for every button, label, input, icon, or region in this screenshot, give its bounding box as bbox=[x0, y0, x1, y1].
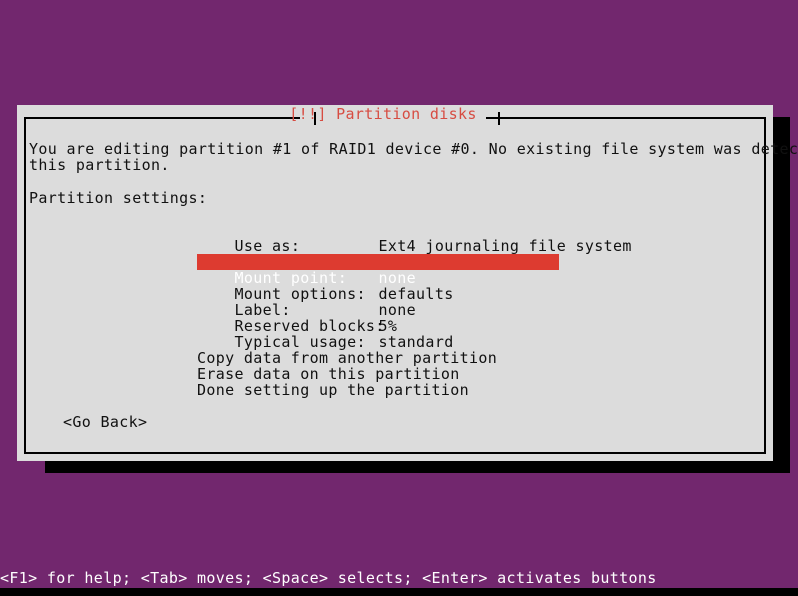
go-back-button[interactable]: <Go Back> bbox=[63, 414, 147, 430]
setting-row-mount-options[interactable]: Mount options: defaults bbox=[197, 270, 454, 302]
status-bar-strip bbox=[0, 588, 798, 596]
status-bar-hints: <F1> for help; <Tab> moves; <Space> sele… bbox=[0, 569, 657, 587]
setting-label-typical-usage: Typical usage: bbox=[234, 333, 366, 351]
installer-screen: { "screen": { "background_color": "#7227… bbox=[0, 0, 798, 596]
setting-row-mount-point[interactable]: Mount point: none bbox=[197, 254, 559, 286]
action-done-setting-up[interactable]: Done setting up the partition bbox=[197, 382, 469, 398]
setting-value-typical-usage: standard bbox=[378, 333, 454, 351]
setting-row-label[interactable]: Label: none bbox=[197, 286, 416, 318]
action-erase-data[interactable]: Erase data on this partition bbox=[197, 366, 460, 382]
intro-text-line-1: You are editing partition #1 of RAID1 de… bbox=[29, 140, 798, 158]
setting-label-use-as: Use as: bbox=[234, 237, 301, 255]
action-copy-data[interactable]: Copy data from another partition bbox=[197, 350, 497, 366]
setting-row-typical-usage[interactable]: Typical usage: standard bbox=[197, 318, 454, 350]
intro-text-line-2: this partition. bbox=[29, 156, 170, 174]
dialog-content: You are editing partition #1 of RAID1 de… bbox=[0, 0, 798, 596]
setting-value-use-as: Ext4 journaling file system bbox=[378, 237, 632, 255]
setting-row-use-as[interactable]: Use as: Ext4 journaling file system bbox=[197, 222, 632, 254]
setting-row-reserved-blocks[interactable]: Reserved blocks:5% bbox=[197, 302, 397, 334]
partition-settings-heading: Partition settings: bbox=[29, 189, 208, 207]
